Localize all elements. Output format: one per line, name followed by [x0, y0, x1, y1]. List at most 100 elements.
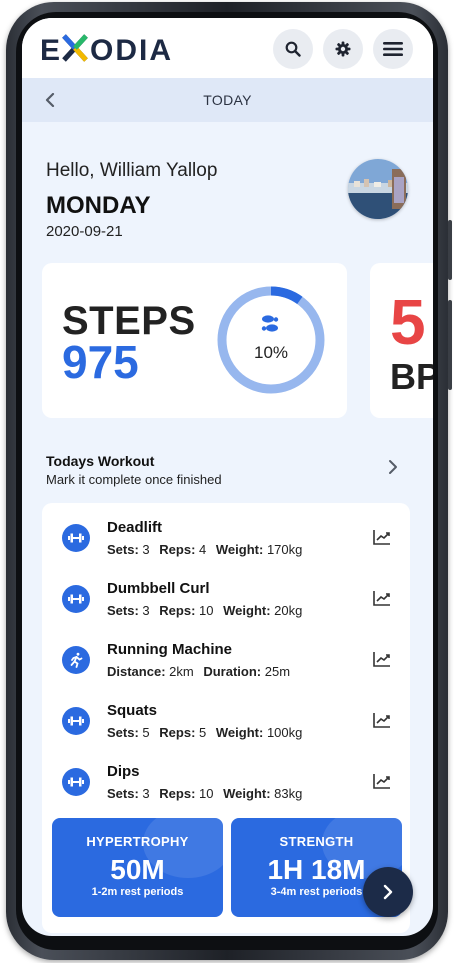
field-value: 83kg [274, 786, 303, 801]
exercise-icon-badge [62, 646, 90, 674]
hypertrophy-tile[interactable]: HYPERTROPHY 50M 1-2m rest periods [52, 818, 223, 917]
field-value: 25m [264, 664, 291, 679]
volume-button [448, 220, 452, 280]
date-nav-bar: TODAY [22, 78, 433, 122]
logo-wordmark: E ODIA [40, 34, 173, 67]
avatar-photo [348, 159, 408, 219]
power-button [448, 300, 452, 390]
tile-note: 1-2m rest periods [91, 886, 184, 898]
tile-duration: 50M [110, 854, 165, 885]
chevron-right-icon [389, 460, 397, 474]
field-label: Weight: [223, 603, 271, 618]
exercise-name: Dumbbell Curl [107, 580, 210, 597]
exercise-details: Sets: 3 Reps: 10 Weight: 83kg [107, 786, 302, 801]
running-icon [70, 652, 83, 668]
field-label: Sets: [107, 786, 139, 801]
field-label: Reps: [159, 725, 196, 740]
field-label: Weight: [215, 725, 264, 740]
exercise-icon-badge [62, 707, 90, 735]
workout-more-button[interactable] [384, 458, 402, 476]
field-value: 4 [199, 542, 207, 557]
field-label: Sets: [107, 542, 139, 557]
trend-chart-icon[interactable] [373, 773, 391, 789]
workout-row-dips[interactable]: Dips Sets: 3 Reps: 10 Weight: 83kg [42, 751, 410, 811]
field-label: Reps: [159, 786, 196, 801]
menu-icon [383, 42, 403, 56]
exercise-details: Sets: 3 Reps: 4 Weight: 170kg [107, 542, 302, 557]
footprints-icon [261, 315, 279, 332]
workout-row-dumbbell-curl[interactable]: Dumbbell Curl Sets: 3 Reps: 10 Weight: 2… [42, 568, 410, 628]
menu-button[interactable] [373, 29, 413, 69]
field-label: Sets: [107, 725, 139, 740]
exercise-name: Squats [107, 702, 158, 719]
back-button[interactable] [40, 90, 60, 110]
field-value: 10 [199, 786, 214, 801]
gear-icon [335, 41, 351, 57]
trend-chart-icon[interactable] [373, 651, 391, 667]
field-value: 170kg [266, 542, 303, 557]
bpm-card[interactable]: 5 BP [370, 263, 433, 418]
date-label: 2020-09-21 [46, 223, 123, 240]
avatar[interactable] [348, 159, 408, 219]
bpm-label: BP [390, 356, 433, 397]
field-label: Distance: [107, 664, 166, 679]
exercise-icon-badge [62, 524, 90, 552]
next-fab-button[interactable] [363, 867, 413, 917]
top-app-bar: E ODIA [22, 18, 433, 78]
page-title: TODAY [203, 92, 252, 108]
field-label: Reps: [159, 542, 196, 557]
field-value: 10 [199, 603, 214, 618]
dumbbell-icon [68, 533, 84, 543]
chevron-left-icon [45, 93, 55, 107]
svg-text:E: E [40, 34, 62, 66]
svg-text:ODIA: ODIA [90, 34, 173, 66]
tile-title: STRENGTH [279, 834, 354, 849]
field-value: 3 [142, 786, 150, 801]
dumbbell-icon [68, 594, 84, 604]
steps-progress-ring [217, 286, 325, 394]
field-value: 2km [169, 664, 194, 679]
exercise-icon-badge [62, 585, 90, 613]
field-value: 20kg [274, 603, 303, 618]
field-label: Sets: [107, 603, 139, 618]
field-label: Weight: [215, 542, 264, 557]
search-button[interactable] [273, 29, 313, 69]
workout-row-deadlift[interactable]: Deadlift Sets: 3 Reps: 4 Weight: 170kg [42, 507, 410, 567]
trend-chart-icon[interactable] [373, 712, 391, 728]
exercise-icon-badge [62, 768, 90, 796]
steps-value: 975 [62, 336, 139, 388]
workout-row-running-machine[interactable]: Running Machine Distance: 2km Duration: … [42, 629, 410, 689]
search-icon [285, 41, 301, 57]
field-label: Duration: [203, 664, 262, 679]
exercise-name: Dips [107, 763, 140, 780]
workout-title: Todays Workout [46, 453, 155, 469]
greeting-text: Hello, William Yallop [46, 160, 218, 181]
exercise-name: Running Machine [107, 641, 232, 658]
exercise-details: Sets: 5 Reps: 5 Weight: 100kg [107, 725, 302, 740]
dumbbell-icon [68, 716, 84, 726]
day-label: MONDAY [46, 192, 151, 219]
field-value: 3 [142, 603, 150, 618]
trend-chart-icon[interactable] [373, 590, 391, 606]
field-value: 5 [199, 725, 207, 740]
dumbbell-icon [68, 777, 84, 787]
steps-card[interactable]: STEPS 975 10% [42, 263, 347, 418]
bpm-value: 5 [390, 286, 426, 358]
field-value: 3 [142, 542, 150, 557]
steps-percent: 10% [253, 343, 289, 362]
field-label: Reps: [159, 603, 196, 618]
field-label: Weight: [223, 786, 271, 801]
workout-subtitle: Mark it complete once finished [46, 472, 222, 487]
field-value: 100kg [266, 725, 303, 740]
brand-logo[interactable]: E ODIA [40, 30, 190, 74]
trend-chart-icon[interactable] [373, 529, 391, 545]
exercise-details: Sets: 3 Reps: 10 Weight: 20kg [107, 603, 302, 618]
exercise-details: Distance: 2km Duration: 25m [107, 664, 290, 679]
field-value: 5 [142, 725, 150, 740]
workout-row-squats[interactable]: Squats Sets: 5 Reps: 5 Weight: 100kg [42, 690, 410, 750]
chevron-right-icon [383, 884, 393, 900]
settings-button[interactable] [323, 29, 363, 69]
exercise-name: Deadlift [107, 519, 163, 536]
app-screen: E ODIA TODAY Hello, William Yallop MONDA… [22, 18, 433, 936]
tile-title: HYPERTROPHY [86, 834, 189, 849]
